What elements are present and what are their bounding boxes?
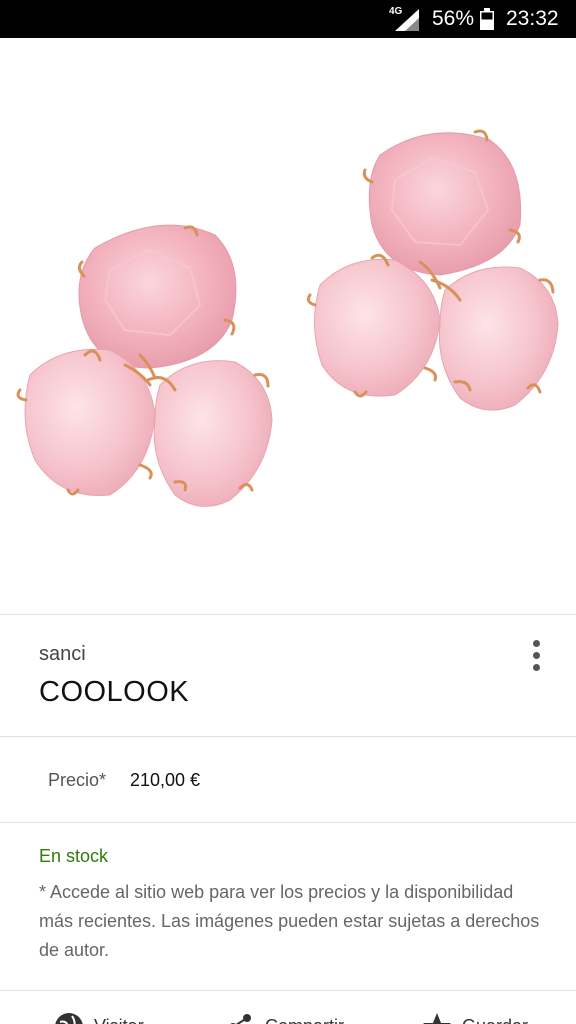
divider [0,736,576,737]
product-image[interactable] [0,38,576,615]
left-earring [16,224,273,507]
divider [0,822,576,823]
price-value: 210,00 € [130,770,201,790]
save-label: Guardar [462,1016,528,1024]
divider [0,614,576,615]
disclaimer-text: * Accede al sitio web para ver los preci… [39,882,540,960]
share-button[interactable]: Compartir [225,1012,344,1024]
status-bar: 4G 56% 23:32 [0,0,576,38]
battery-icon [480,8,494,30]
product-source[interactable]: sanci [39,643,86,666]
battery-percent: 56% [432,7,475,30]
stock-status: En stock [39,846,109,866]
right-earring [306,129,559,411]
rose-quartz-earrings-image [16,129,559,507]
clock: 23:32 [506,7,559,30]
globe-icon [55,1013,83,1024]
price-label: Precio* [48,770,107,790]
network-type: 4G [389,6,403,17]
share-icon [230,1014,251,1024]
save-button[interactable]: Guardar [422,1012,528,1024]
more-vertical-icon[interactable] [522,636,552,678]
product-name: COOLOOK [39,676,190,708]
star-icon [423,1013,451,1024]
divider [0,990,576,991]
visit-label: Visitar [94,1016,144,1024]
action-bar: Visitar Compartir Guardar [0,1002,576,1024]
visit-button[interactable]: Visitar [54,1012,144,1024]
share-label: Compartir [265,1016,344,1024]
